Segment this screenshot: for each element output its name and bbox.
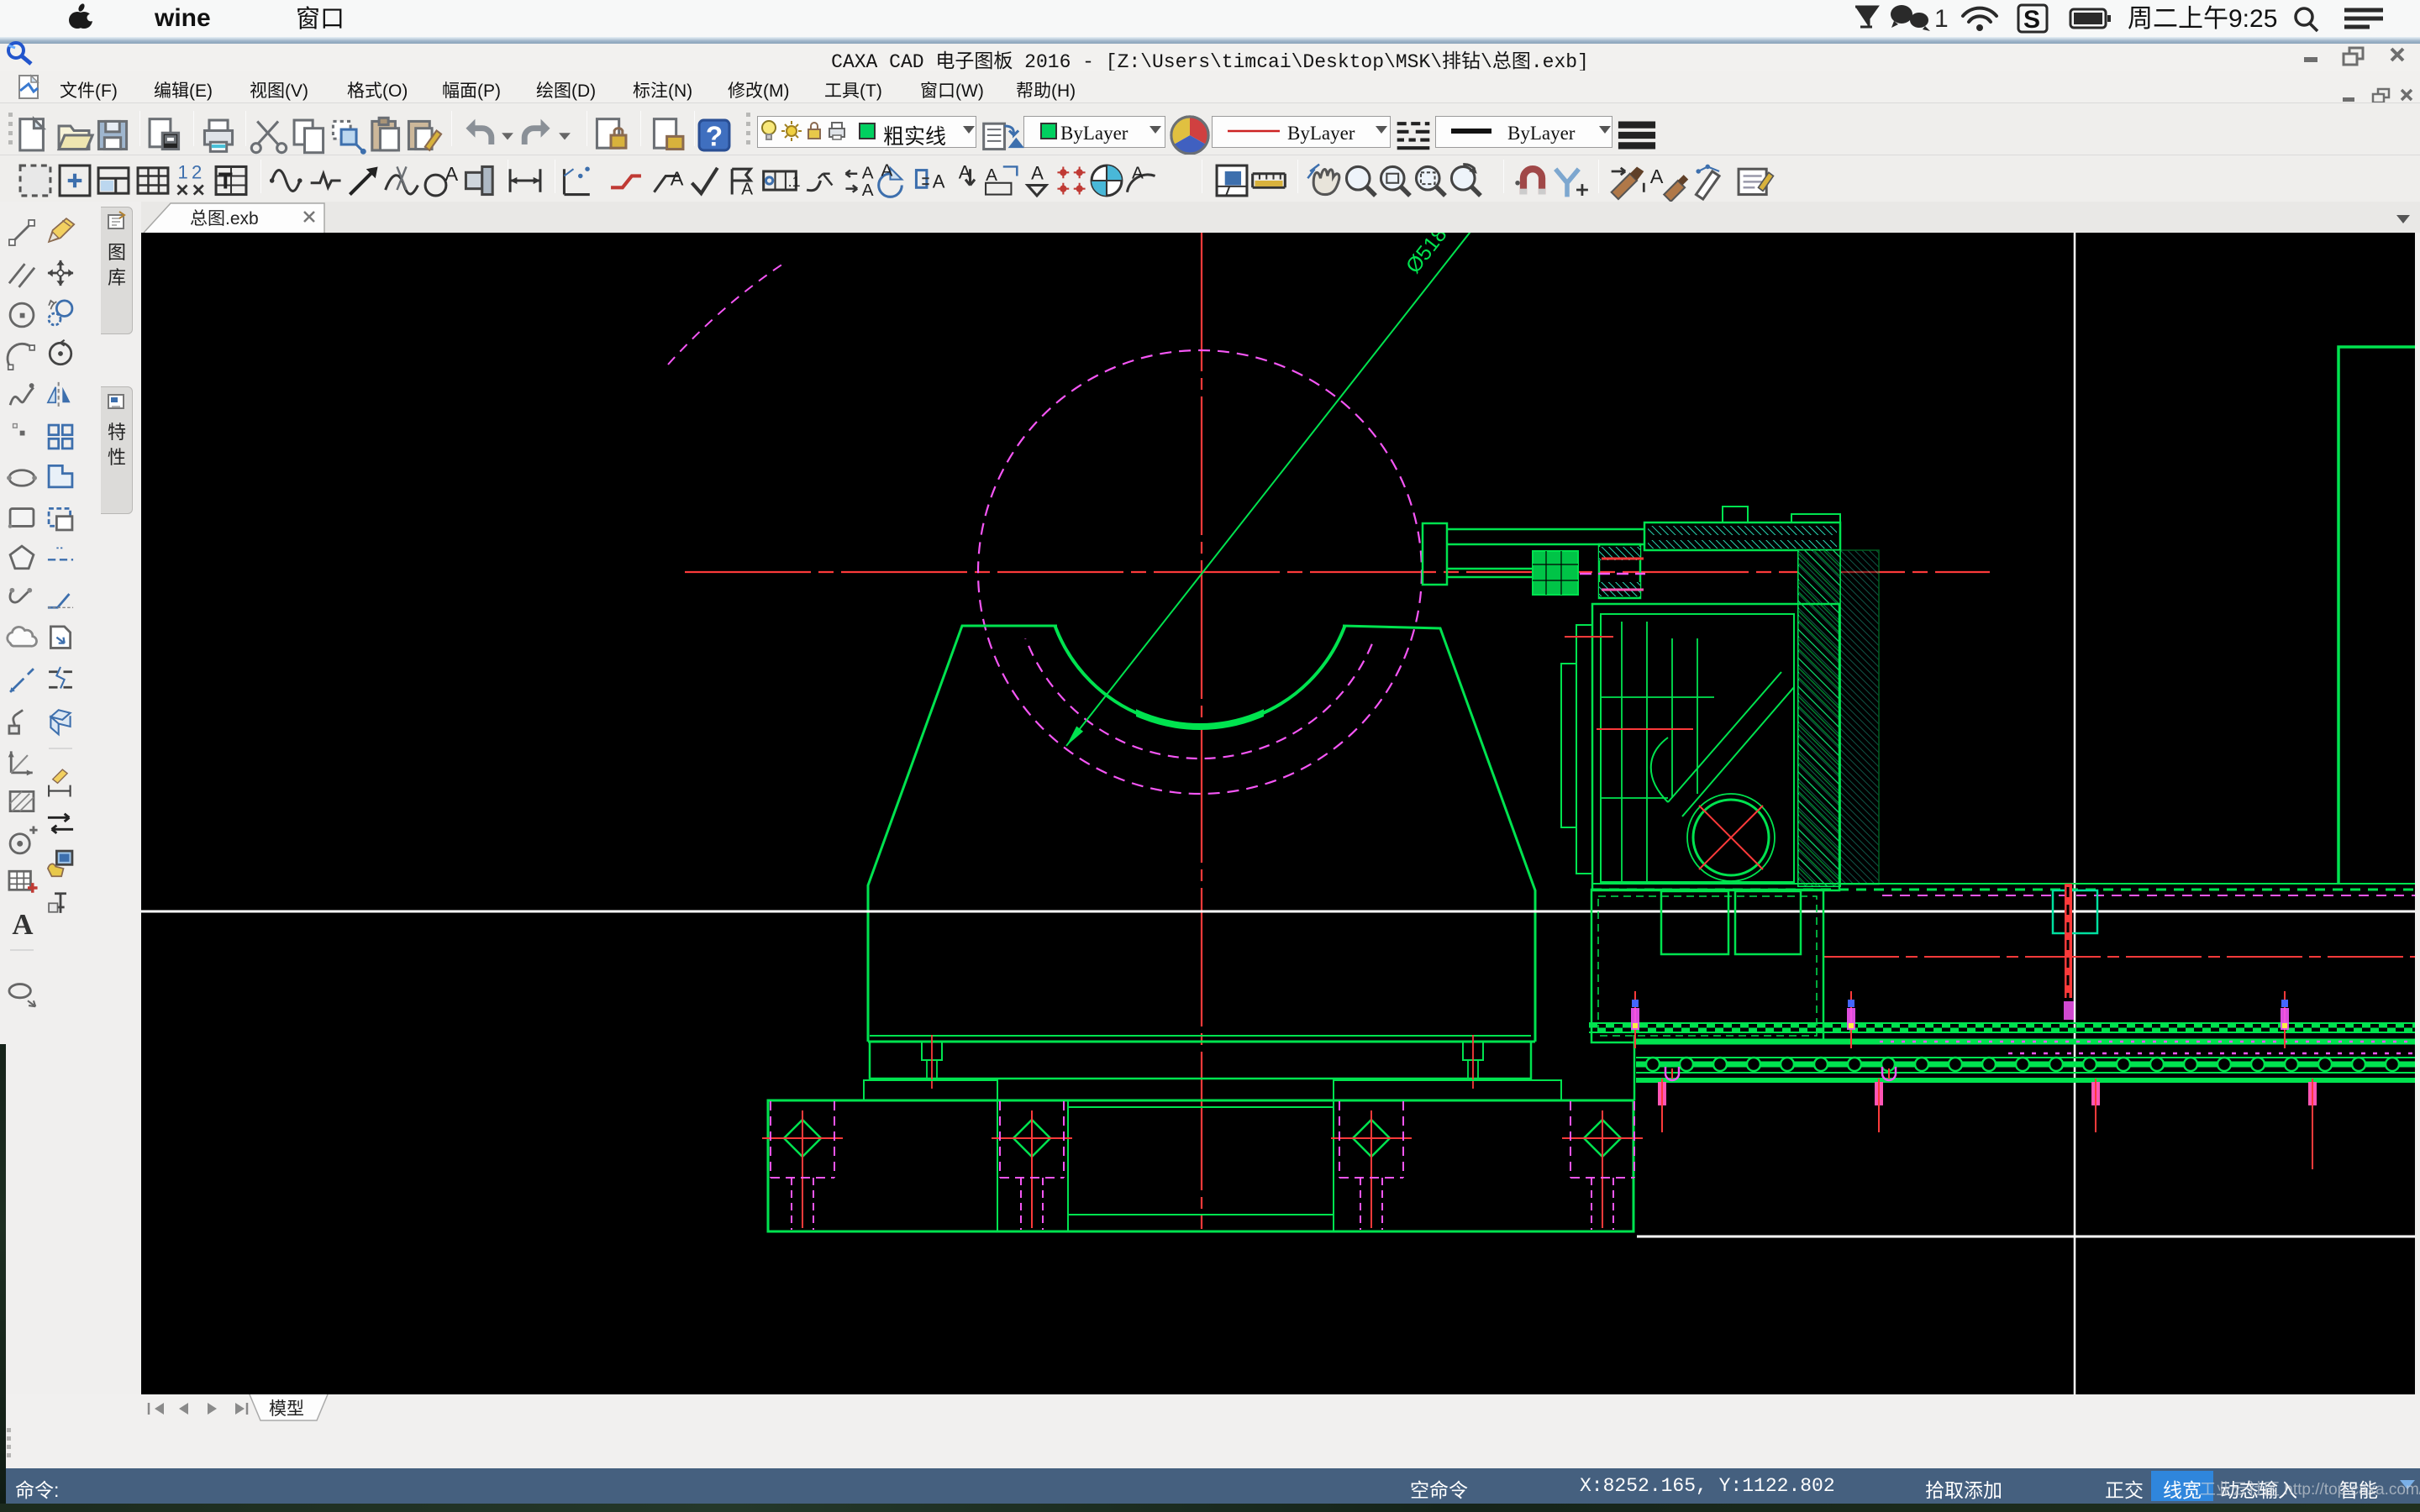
svg-text:A: A (1132, 163, 1144, 182)
svg-text:A: A (741, 180, 753, 199)
svg-text:T: T (218, 168, 233, 194)
svg-text:Ø518: Ø518 (1402, 233, 1452, 278)
svg-text:模型: 模型 (269, 1399, 304, 1419)
svg-text:A: A (1650, 165, 1664, 187)
svg-text:A: A (1031, 163, 1044, 184)
svg-text:A: A (12, 908, 33, 941)
svg-text:A: A (933, 171, 945, 192)
svg-text:?: ? (706, 121, 723, 152)
svg-text:性: 性 (108, 447, 126, 468)
svg-text:2: 2 (192, 161, 202, 182)
svg-text:图: 图 (108, 242, 126, 263)
svg-text:S: S (2023, 6, 2040, 34)
svg-text:总图.exb: 总图.exb (190, 209, 259, 228)
svg-text:A: A (862, 181, 874, 200)
svg-text:A: A (862, 163, 874, 182)
svg-text:.1: .1 (788, 173, 801, 190)
svg-text:wine: wine (154, 4, 211, 32)
svg-text:A: A (881, 160, 892, 180)
svg-text:A: A (986, 165, 997, 185)
svg-text:窗口: 窗口 (296, 5, 345, 33)
svg-text:特: 特 (108, 422, 126, 443)
svg-text:A: A (445, 163, 459, 185)
svg-text:1: 1 (177, 161, 187, 182)
svg-text:A: A (671, 168, 684, 190)
svg-text:周二上午9:25: 周二上午9:25 (2128, 5, 2277, 33)
svg-text:库: 库 (108, 267, 126, 288)
svg-text:1: 1 (1934, 5, 1949, 33)
